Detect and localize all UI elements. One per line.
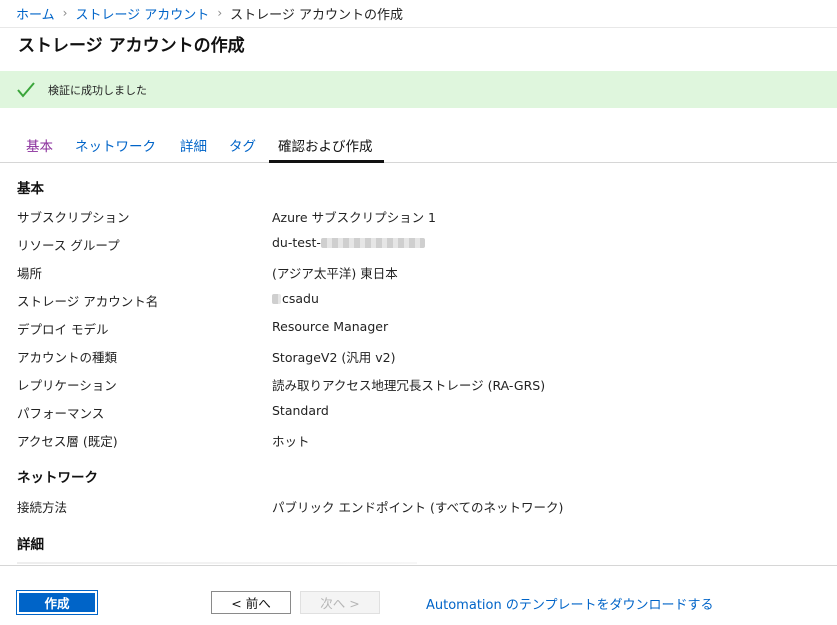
clipped-row	[17, 562, 417, 564]
create-button[interactable]: 作成	[16, 590, 98, 615]
validation-message: 検証に成功しました	[48, 83, 147, 97]
row-label-subscription: サブスクリプション	[17, 210, 130, 225]
tab-basics[interactable]: 基本	[26, 135, 53, 155]
tab-review-create[interactable]: 確認および作成	[278, 135, 373, 155]
storage-account-name-text: csadu	[282, 291, 319, 306]
row-label-access-tier: アクセス層 (既定)	[17, 434, 118, 449]
section-title-basics: 基本	[17, 181, 44, 197]
page-title: ストレージ アカウントの作成	[18, 36, 245, 56]
row-label-account-kind: アカウントの種類	[17, 350, 118, 365]
row-value-replication: 読み取りアクセス地理冗長ストレージ (RA-GRS)	[272, 378, 546, 393]
section-title-advanced: 詳細	[17, 537, 44, 553]
breadcrumb-home-link[interactable]: ホーム	[16, 4, 55, 23]
title-divider	[0, 27, 837, 28]
row-value-subscription: Azure サブスクリプション 1	[272, 210, 436, 225]
tab-tags[interactable]: タグ	[229, 135, 256, 155]
row-value-account-kind: StorageV2 (汎用 v2)	[272, 350, 396, 365]
next-button: 次へ >	[300, 591, 380, 614]
breadcrumb: ホーム › ストレージ アカウント › ストレージ アカウントの作成	[16, 3, 403, 23]
breadcrumb-current: ストレージ アカウントの作成	[230, 7, 403, 23]
download-template-link[interactable]: Automation のテンプレートをダウンロードする	[426, 594, 713, 613]
previous-button[interactable]: < 前へ	[211, 591, 291, 614]
row-value-connectivity-method: パブリック エンドポイント (すべてのネットワーク)	[272, 500, 564, 515]
tab-bar: 基本 ネットワーク 詳細 タグ 確認および作成	[0, 130, 837, 163]
row-value-location: (アジア太平洋) 東日本	[272, 266, 398, 281]
row-value-resource-group: du-test-	[272, 235, 425, 250]
tab-advanced[interactable]: 詳細	[180, 135, 207, 155]
chevron-right-icon: ›	[217, 6, 223, 20]
resource-group-text: du-test-	[272, 235, 321, 250]
redacted-text	[272, 293, 281, 304]
footer-divider	[0, 565, 837, 566]
breadcrumb-storage-accounts-link[interactable]: ストレージ アカウント	[75, 4, 209, 23]
review-content[interactable]: 基本 サブスクリプション Azure サブスクリプション 1 リソース グループ…	[0, 164, 837, 564]
row-label-performance: パフォーマンス	[17, 406, 105, 421]
row-label-location: 場所	[17, 266, 43, 281]
row-label-deployment-model: デプロイ モデル	[17, 322, 109, 337]
create-storage-account-page: ホーム › ストレージ アカウント › ストレージ アカウントの作成 ストレージ…	[0, 0, 837, 625]
section-title-networking: ネットワーク	[17, 470, 98, 486]
row-value-performance: Standard	[272, 403, 329, 418]
validation-banner: 検証に成功しました	[0, 71, 837, 108]
redacted-text	[320, 237, 425, 248]
row-value-storage-account-name: csadu	[272, 291, 319, 306]
chevron-right-icon: ›	[62, 6, 68, 20]
check-icon	[17, 81, 35, 98]
row-value-access-tier: ホット	[272, 434, 310, 449]
row-label-connectivity-method: 接続方法	[17, 500, 68, 515]
row-label-resource-group: リソース グループ	[17, 238, 120, 253]
row-value-deployment-model: Resource Manager	[272, 319, 389, 334]
row-label-storage-account-name: ストレージ アカウント名	[17, 294, 159, 309]
tab-networking[interactable]: ネットワーク	[75, 135, 156, 155]
row-label-replication: レプリケーション	[17, 378, 117, 393]
active-tab-indicator	[269, 160, 384, 163]
